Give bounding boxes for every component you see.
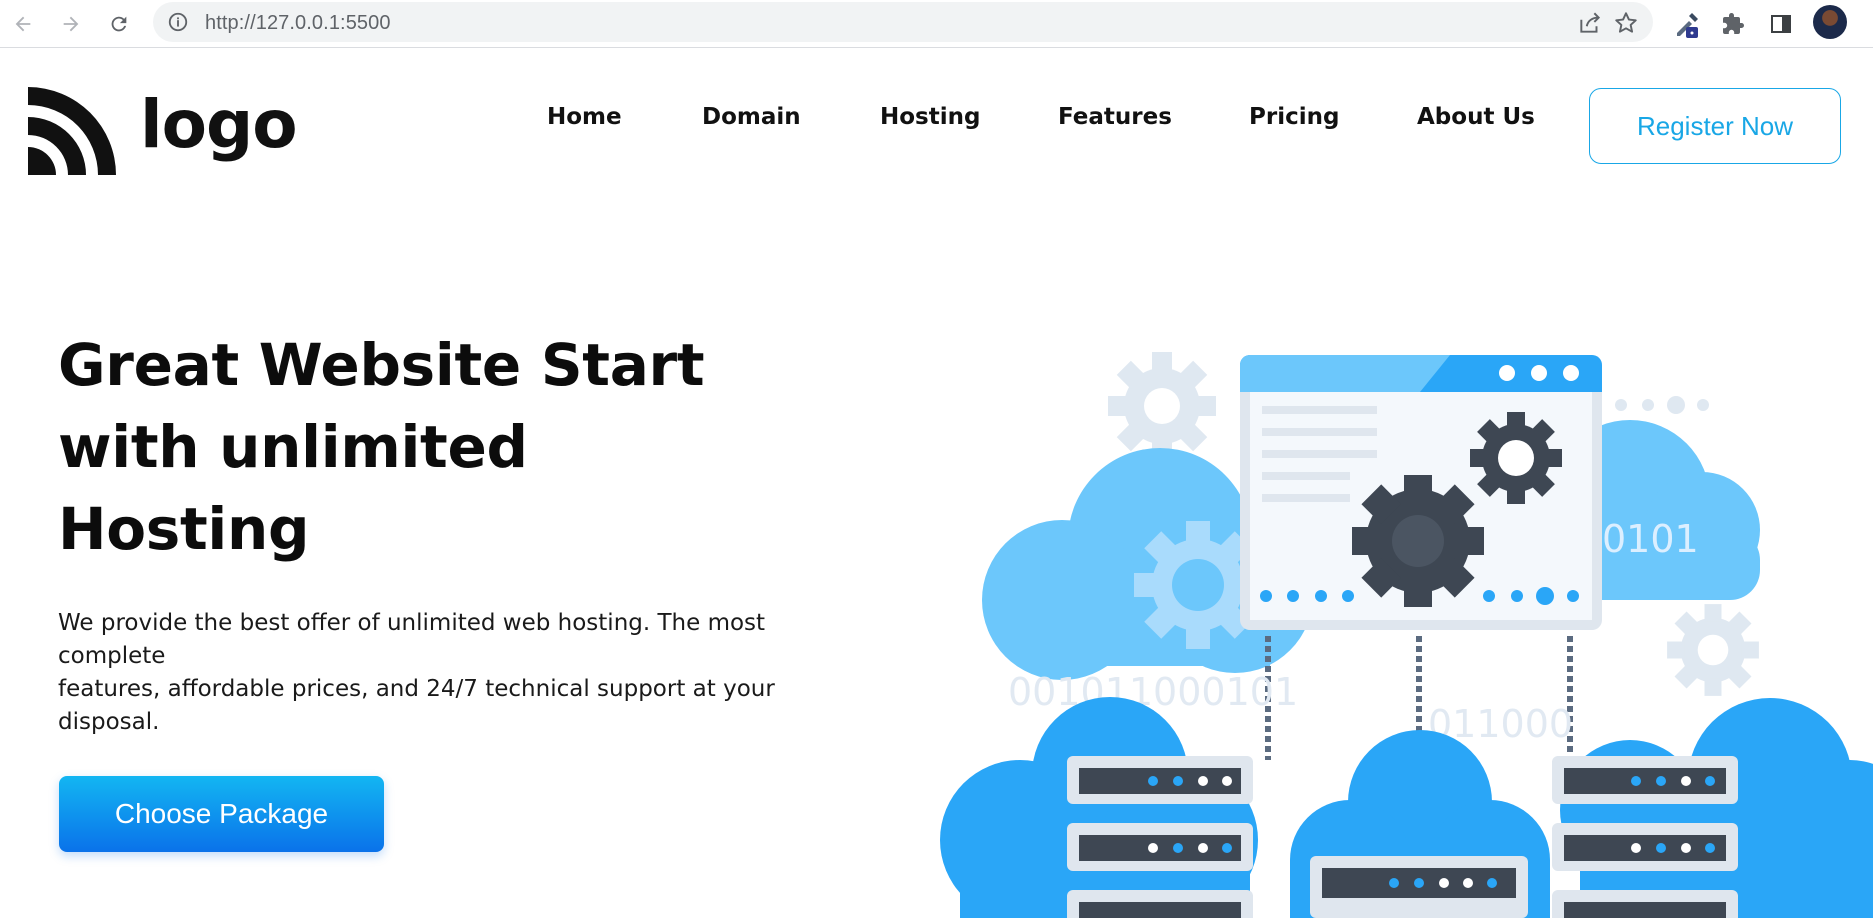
logo-text: logo (140, 86, 298, 163)
info-icon[interactable] (167, 11, 189, 33)
profile-avatar[interactable] (1813, 5, 1847, 39)
nav-home[interactable]: Home (547, 104, 622, 130)
nav-about-us[interactable]: About Us (1417, 104, 1535, 130)
server-rack-right (1552, 756, 1738, 918)
reload-icon[interactable] (102, 7, 136, 41)
hero-title: Great Website Start with unlimited Hosti… (58, 331, 705, 563)
gear-icon (1352, 475, 1484, 607)
back-icon[interactable] (6, 7, 40, 41)
cloud-bottom-right (1560, 698, 1873, 918)
nav-domain[interactable]: Domain (702, 104, 801, 130)
gear-icon (1108, 352, 1216, 460)
server-rack-left (1067, 756, 1253, 918)
share-icon[interactable] (1577, 10, 1603, 36)
cloud-bottom-left (940, 697, 1258, 918)
nav-features[interactable]: Features (1058, 104, 1172, 130)
address-bar[interactable]: http://127.0.0.1:5500 (153, 2, 1653, 42)
choose-package-button[interactable]: Choose Package (59, 776, 384, 852)
url-text: http://127.0.0.1:5500 (205, 12, 391, 34)
binary-text: 001011000101 (1008, 670, 1298, 714)
site-logo[interactable]: logo (28, 86, 298, 176)
eyedropper-extension-icon[interactable] (1670, 7, 1704, 41)
hero-description-line: disposal. (58, 709, 160, 735)
browser-toolbar: http://127.0.0.1:5500 (0, 0, 1873, 48)
star-icon[interactable] (1613, 10, 1639, 36)
server-rack-center (1310, 856, 1528, 918)
gear-icon (1667, 604, 1759, 696)
register-now-button[interactable]: Register Now (1589, 88, 1841, 164)
logo-icon (28, 87, 116, 175)
puzzle-extensions-icon[interactable] (1716, 7, 1750, 41)
binary-text: 0101 (1602, 517, 1699, 561)
cloud-hosting-illustration: 0101 001011000101 011000 (940, 352, 1873, 918)
decorative-dots (1615, 396, 1709, 414)
hero-description-line: We provide the best offer of unlimited w… (58, 610, 766, 636)
forward-icon[interactable] (54, 7, 88, 41)
hero-description-line: features, affordable prices, and 24/7 te… (58, 676, 775, 702)
nav-pricing[interactable]: Pricing (1249, 104, 1339, 130)
hero-description-line: complete (58, 643, 166, 669)
browser-window-graphic (1240, 355, 1602, 630)
gear-icon (1470, 412, 1562, 504)
side-panel-icon[interactable] (1764, 7, 1798, 41)
hero-description: We provide the best offer of unlimited w… (58, 607, 778, 739)
nav-hosting[interactable]: Hosting (880, 104, 980, 130)
